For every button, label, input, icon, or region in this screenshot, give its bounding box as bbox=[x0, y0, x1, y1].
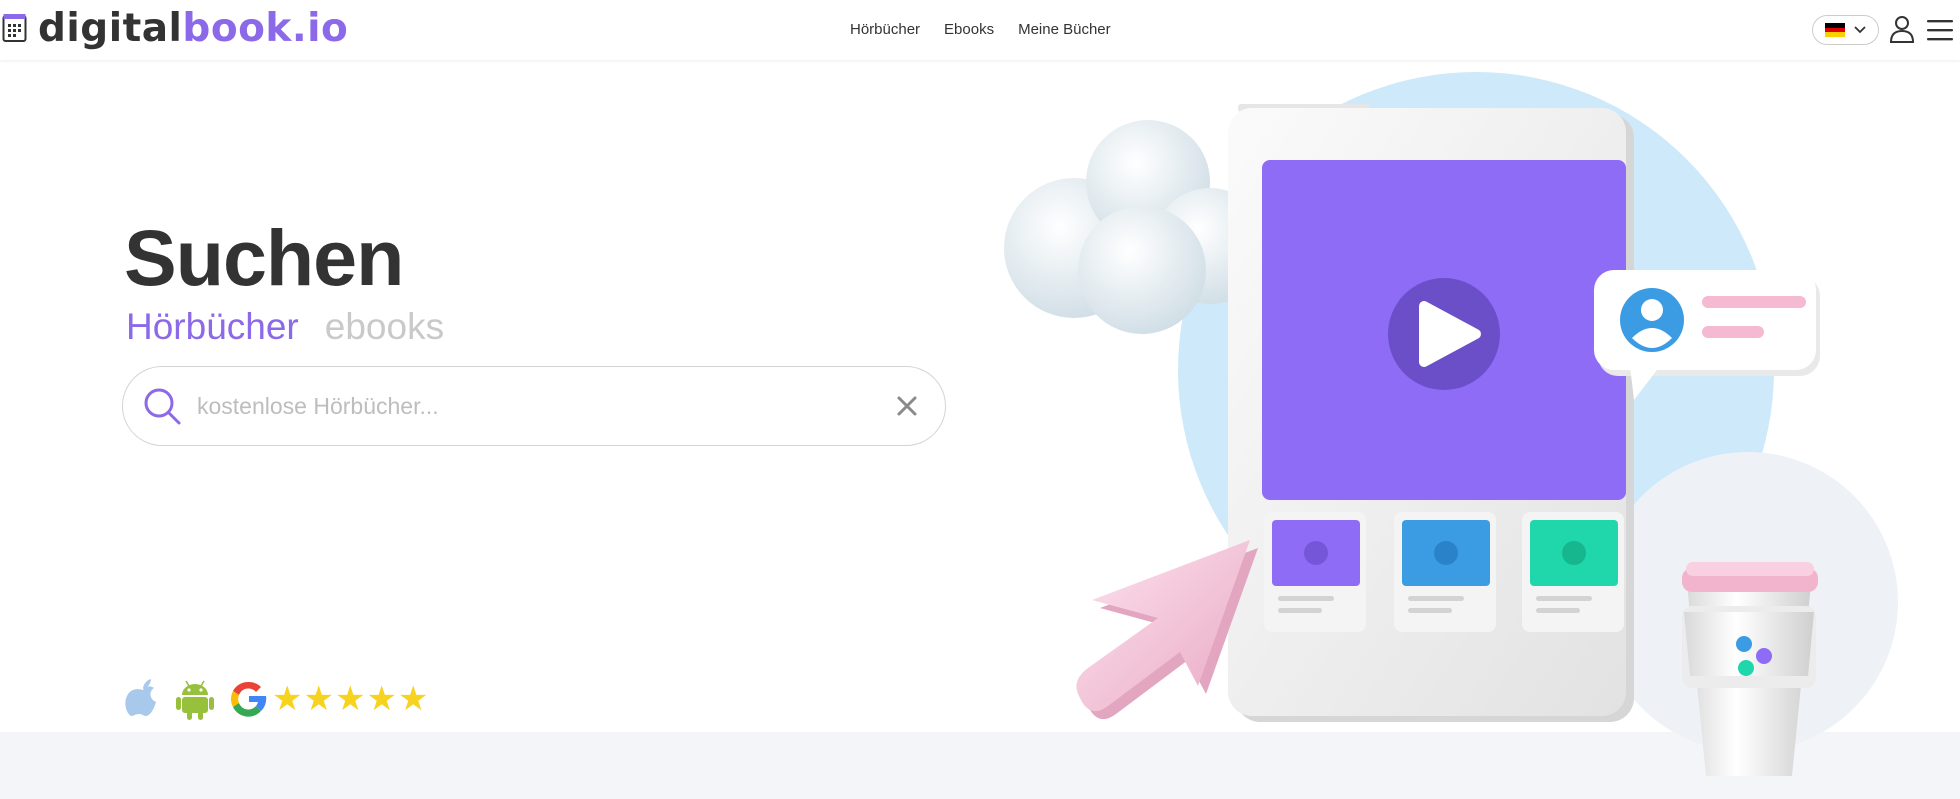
brand-logo[interactable]: digitalbook.io bbox=[0, 6, 348, 50]
tab-hoerbuecher[interactable]: Hörbücher bbox=[126, 308, 299, 345]
android-icon[interactable] bbox=[176, 678, 214, 720]
nav-item-hoerbuecher[interactable]: Hörbücher bbox=[850, 21, 920, 38]
book-logo-icon bbox=[2, 14, 27, 42]
search-bar bbox=[122, 366, 946, 446]
tab-ebooks[interactable]: ebooks bbox=[325, 308, 444, 345]
star-icon: ★ bbox=[366, 679, 397, 719]
nav-item-ebooks[interactable]: Ebooks bbox=[944, 21, 994, 38]
rating-stars: ★ ★ ★ ★ ★ bbox=[272, 682, 429, 716]
tablet-illustration bbox=[1228, 104, 1634, 722]
main-nav: Hörbücher Ebooks Meine Bücher bbox=[850, 0, 1135, 58]
hero-illustration bbox=[1004, 72, 1898, 776]
search-input[interactable] bbox=[197, 392, 893, 420]
google-icon[interactable] bbox=[228, 678, 270, 720]
search-type-tabs: Hörbücher ebooks bbox=[126, 308, 444, 345]
star-icon: ★ bbox=[303, 679, 334, 719]
search-icon[interactable] bbox=[141, 385, 183, 427]
brand-name: digitalbook.io bbox=[38, 9, 348, 48]
close-icon[interactable] bbox=[893, 392, 921, 420]
user-icon[interactable] bbox=[1889, 15, 1915, 43]
german-flag-icon bbox=[1825, 23, 1845, 38]
nav-item-meine-buecher[interactable]: Meine Bücher bbox=[1018, 21, 1111, 38]
site-header: digitalbook.io Hörbücher Ebooks Meine Bü… bbox=[0, 0, 1960, 60]
chevron-down-icon bbox=[1854, 26, 1866, 34]
brand-name-part2: book.io bbox=[182, 5, 349, 51]
apple-icon[interactable] bbox=[124, 678, 162, 720]
hamburger-menu-icon[interactable] bbox=[1926, 18, 1954, 42]
language-selector[interactable] bbox=[1812, 15, 1879, 45]
star-icon: ★ bbox=[272, 679, 303, 719]
app-store-badges: ★ ★ ★ ★ ★ bbox=[124, 678, 429, 720]
star-icon: ★ bbox=[334, 679, 366, 719]
brand-name-part1: digital bbox=[38, 5, 183, 51]
star-icon: ★ bbox=[397, 679, 429, 719]
page-title: Suchen bbox=[124, 213, 404, 302]
